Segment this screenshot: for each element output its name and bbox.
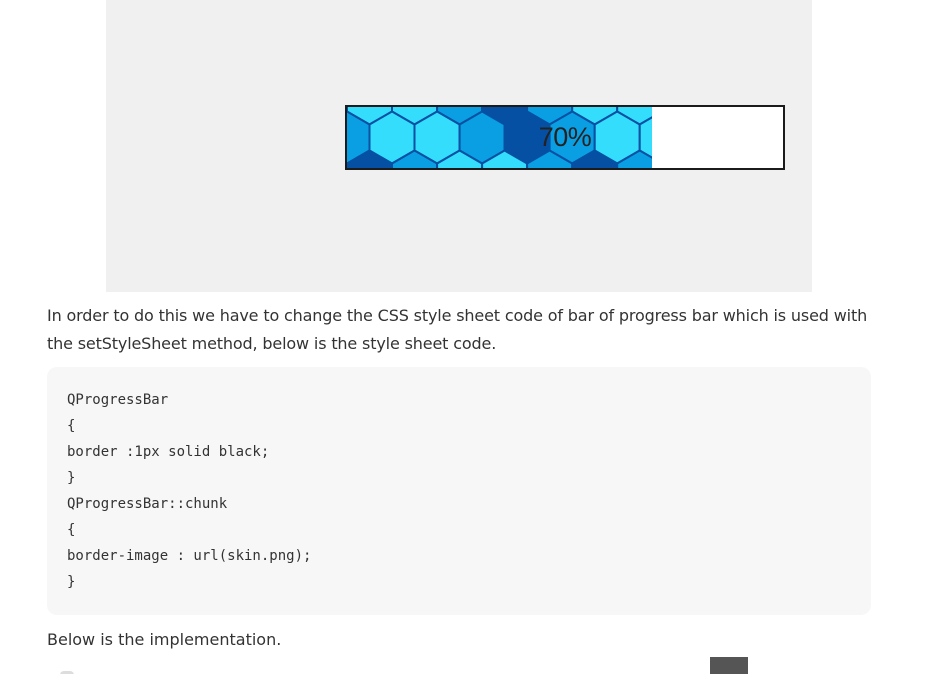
progress-bar-demo-image: 70% bbox=[106, 0, 812, 292]
scroll-to-top-button[interactable] bbox=[710, 657, 748, 674]
code-line: border :1px solid black; bbox=[67, 444, 270, 460]
article-page: 70% In order to do this we have to chang… bbox=[0, 0, 937, 674]
implementation-paragraph: Below is the implementation. bbox=[47, 630, 282, 649]
code-line: QProgressBar bbox=[67, 392, 169, 408]
code-line: { bbox=[67, 418, 76, 434]
code-line: border-image : url(skin.png); bbox=[67, 548, 312, 564]
code-line: } bbox=[67, 470, 76, 486]
intro-paragraph: In order to do this we have to change th… bbox=[47, 306, 868, 353]
code-line: { bbox=[67, 522, 76, 538]
code-block[interactable]: QProgressBar { border :1px solid black; … bbox=[47, 367, 871, 615]
progress-bar-label: 70% bbox=[538, 122, 592, 152]
code-line: } bbox=[67, 574, 76, 590]
progress-bar: 70% bbox=[345, 105, 785, 170]
code-line: QProgressBar::chunk bbox=[67, 496, 228, 512]
